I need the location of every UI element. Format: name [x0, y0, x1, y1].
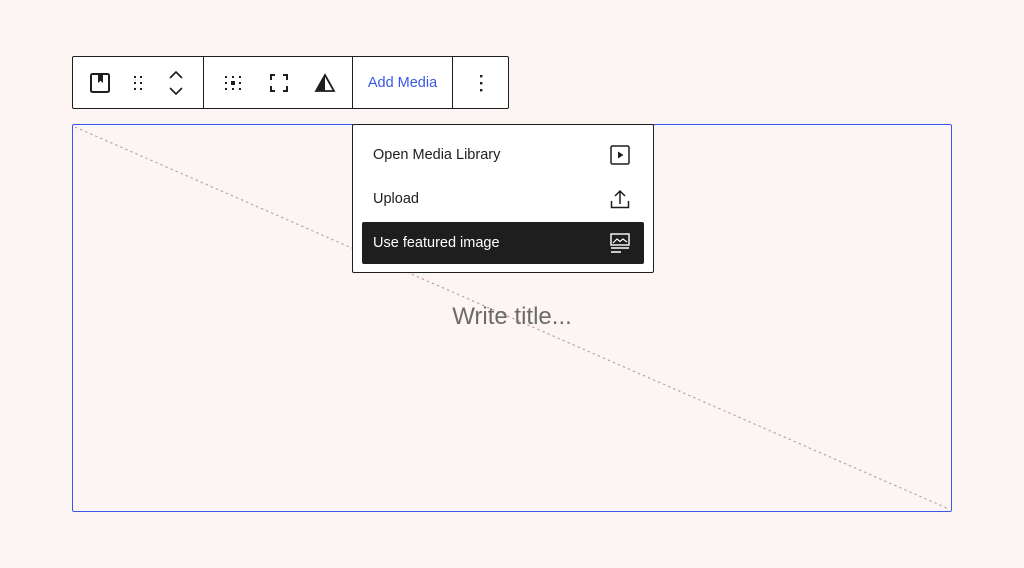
block-type-button[interactable] — [81, 57, 119, 108]
drag-handle-button[interactable] — [119, 57, 157, 108]
menu-item-label: Upload — [373, 191, 419, 207]
toolbar-group-media: Add Media — [353, 57, 453, 108]
menu-item-label: Use featured image — [373, 235, 500, 251]
toolbar-group-more — [453, 57, 508, 108]
full-height-button[interactable] — [260, 57, 298, 108]
menu-item-use-featured-image[interactable]: Use featured image — [362, 222, 644, 264]
position-grid-icon — [225, 75, 241, 90]
more-vertical-icon — [479, 74, 482, 91]
chevron-down-icon[interactable] — [168, 85, 184, 97]
add-media-button[interactable]: Add Media — [362, 57, 443, 108]
media-library-icon — [610, 145, 630, 165]
more-options-button[interactable] — [462, 57, 500, 108]
drag-handle-icon — [134, 75, 142, 90]
cover-block-icon — [90, 72, 110, 93]
chevron-up-icon[interactable] — [168, 69, 184, 81]
contrast-icon — [314, 72, 336, 92]
move-buttons — [157, 57, 195, 108]
focal-point-button[interactable] — [214, 57, 252, 108]
fullscreen-icon — [270, 73, 288, 92]
overlay-button[interactable] — [306, 57, 344, 108]
upload-icon — [610, 189, 630, 209]
toolbar-group-settings — [204, 57, 353, 108]
add-media-dropdown: Open Media Library Upload Use featured i… — [352, 124, 654, 273]
toolbar-group-block — [73, 57, 204, 108]
featured-image-icon — [610, 233, 630, 253]
block-toolbar: Add Media — [72, 56, 509, 109]
menu-item-label: Open Media Library — [373, 147, 501, 163]
cover-title-placeholder[interactable]: Write title... — [73, 303, 951, 331]
menu-item-open-media-library[interactable]: Open Media Library — [362, 134, 644, 176]
menu-item-upload[interactable]: Upload — [362, 178, 644, 220]
